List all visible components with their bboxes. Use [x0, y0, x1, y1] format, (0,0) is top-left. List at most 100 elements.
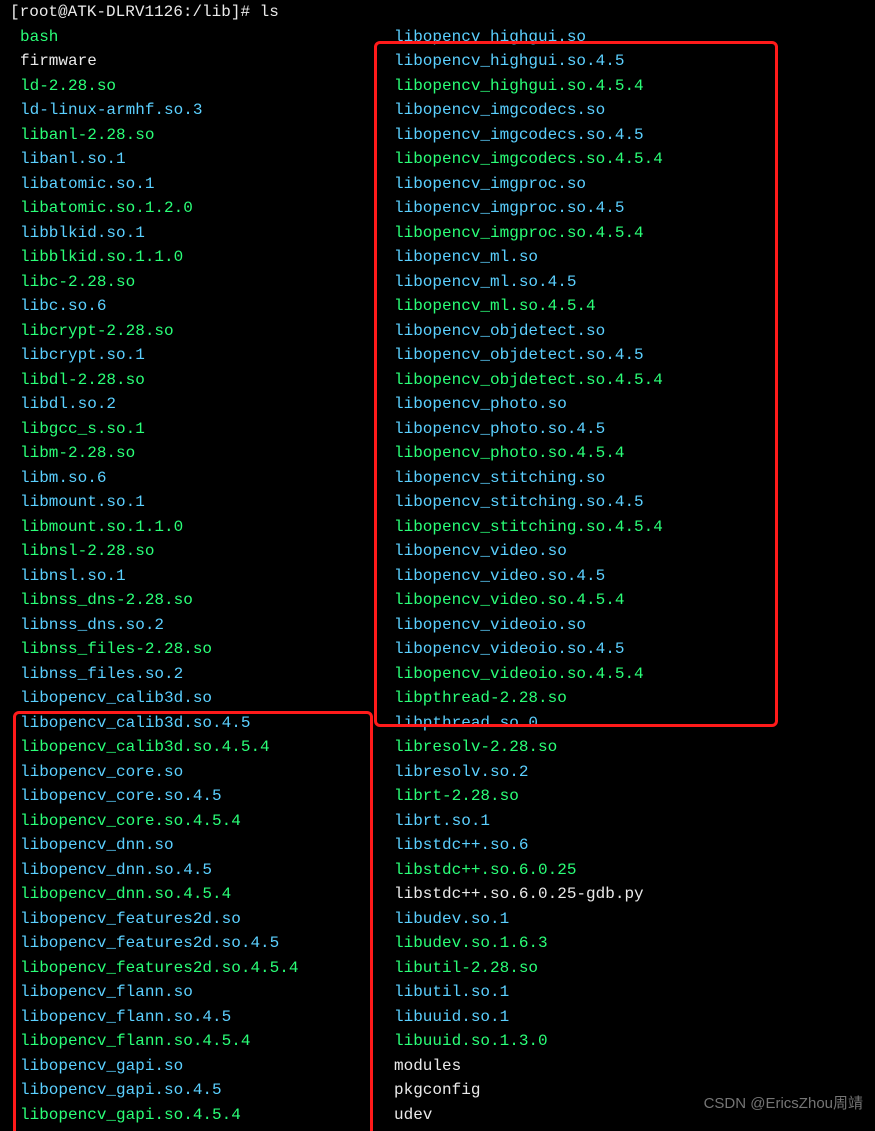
ls-entry: udev — [394, 1103, 663, 1128]
ls-entry: libopencv_gapi.so.4.5.4 — [20, 1103, 298, 1128]
ls-entry: libm-2.28.so — [20, 441, 298, 466]
ls-entry: libopencv_stitching.so — [394, 466, 663, 491]
ls-entry: libopencv_imgproc.so.4.5.4 — [394, 221, 663, 246]
ls-column-2: libopencv_highgui.solibopencv_highgui.so… — [394, 25, 663, 1128]
ls-entry: libopencv_objdetect.so.4.5.4 — [394, 368, 663, 393]
ls-entry: libmount.so.1 — [20, 490, 298, 515]
ls-entry: libopencv_ml.so — [394, 245, 663, 270]
ls-entry: libanl.so.1 — [20, 147, 298, 172]
ls-entry: libopencv_flann.so.4.5 — [20, 1005, 298, 1030]
ls-entry: libgcc_s.so.1 — [20, 417, 298, 442]
ls-entry: libopencv_features2d.so.4.5.4 — [20, 956, 298, 981]
ls-entry: libopencv_photo.so.4.5 — [394, 417, 663, 442]
ls-entry: libopencv_calib3d.so — [20, 686, 298, 711]
ls-entry: libopencv_core.so.4.5 — [20, 784, 298, 809]
ls-entry: libresolv.so.2 — [394, 760, 663, 785]
ls-entry: librt.so.1 — [394, 809, 663, 834]
ls-entry: libutil.so.1 — [394, 980, 663, 1005]
ls-entry: libresolv-2.28.so — [394, 735, 663, 760]
ls-entry: libopencv_imgcodecs.so.4.5 — [394, 123, 663, 148]
ls-entry: libopencv_highgui.so — [394, 25, 663, 50]
command-text: ls — [260, 3, 279, 21]
ls-entry: bash — [20, 25, 298, 50]
prompt-line-end[interactable]: [root@ATK-DLRV1126:/lib]# — [10, 1128, 250, 1131]
ls-column-1: bashfirmwareld-2.28.sold-linux-armhf.so.… — [20, 25, 298, 1128]
ls-entry: libopencv_dnn.so — [20, 833, 298, 858]
ls-entry: libopencv_video.so — [394, 539, 663, 564]
ls-entry: firmware — [20, 49, 298, 74]
watermark: CSDN @EricsZhou周靖 — [704, 1092, 863, 1117]
ls-entry: libpthread.so.0 — [394, 711, 663, 736]
ls-entry: libstdc++.so.6 — [394, 833, 663, 858]
ls-entry: libopencv_features2d.so.4.5 — [20, 931, 298, 956]
ls-entry: libopencv_objdetect.so.4.5 — [394, 343, 663, 368]
ls-entry: libmount.so.1.1.0 — [20, 515, 298, 540]
ls-entry: libatomic.so.1 — [20, 172, 298, 197]
ls-entry: libblkid.so.1 — [20, 221, 298, 246]
ls-entry: libnss_files-2.28.so — [20, 637, 298, 662]
ls-entry: libopencv_videoio.so — [394, 613, 663, 638]
ls-entry: libudev.so.1.6.3 — [394, 931, 663, 956]
ls-entry: libopencv_core.so.4.5.4 — [20, 809, 298, 834]
ls-entry: libopencv_stitching.so.4.5.4 — [394, 515, 663, 540]
ls-entry: libopencv_video.so.4.5 — [394, 564, 663, 589]
ls-output: bashfirmwareld-2.28.sold-linux-armhf.so.… — [10, 25, 867, 1125]
ls-entry: libopencv_photo.so — [394, 392, 663, 417]
ls-entry: libnsl-2.28.so — [20, 539, 298, 564]
ls-entry: libdl.so.2 — [20, 392, 298, 417]
ls-entry: libuuid.so.1 — [394, 1005, 663, 1030]
ls-entry: libopencv_calib3d.so.4.5.4 — [20, 735, 298, 760]
ls-entry: libopencv_flann.so — [20, 980, 298, 1005]
ls-entry: libopencv_video.so.4.5.4 — [394, 588, 663, 613]
ls-entry: libnsl.so.1 — [20, 564, 298, 589]
ls-entry: libstdc++.so.6.0.25 — [394, 858, 663, 883]
ls-entry: libutil-2.28.so — [394, 956, 663, 981]
ls-entry: libopencv_dnn.so.4.5.4 — [20, 882, 298, 907]
ls-entry: libopencv_ml.so.4.5.4 — [394, 294, 663, 319]
prompt-path: /lib — [192, 3, 230, 21]
ls-entry: libudev.so.1 — [394, 907, 663, 932]
ls-entry: ld-2.28.so — [20, 74, 298, 99]
ls-entry: ld-linux-armhf.so.3 — [20, 98, 298, 123]
ls-entry: libdl-2.28.so — [20, 368, 298, 393]
ls-entry: libopencv_ml.so.4.5 — [394, 270, 663, 295]
ls-entry: libblkid.so.1.1.0 — [20, 245, 298, 270]
ls-entry: libopencv_flann.so.4.5.4 — [20, 1029, 298, 1054]
ls-entry: modules — [394, 1054, 663, 1079]
ls-entry: libopencv_photo.so.4.5.4 — [394, 441, 663, 466]
ls-entry: libnss_dns-2.28.so — [20, 588, 298, 613]
ls-entry: libopencv_imgcodecs.so.4.5.4 — [394, 147, 663, 172]
ls-entry: pkgconfig — [394, 1078, 663, 1103]
ls-entry: libopencv_core.so — [20, 760, 298, 785]
ls-entry: libopencv_objdetect.so — [394, 319, 663, 344]
ls-entry: libc-2.28.so — [20, 270, 298, 295]
ls-entry: libopencv_imgproc.so.4.5 — [394, 196, 663, 221]
ls-entry: libopencv_imgproc.so — [394, 172, 663, 197]
ls-entry: libc.so.6 — [20, 294, 298, 319]
ls-entry: libopencv_gapi.so — [20, 1054, 298, 1079]
ls-entry: libopencv_highgui.so.4.5.4 — [394, 74, 663, 99]
ls-entry: libm.so.6 — [20, 466, 298, 491]
ls-entry: libopencv_imgcodecs.so — [394, 98, 663, 123]
ls-entry: librt-2.28.so — [394, 784, 663, 809]
terminal[interactable]: [root@ATK-DLRV1126:/lib]# ls bashfirmwar… — [0, 0, 875, 1125]
ls-entry: libatomic.so.1.2.0 — [20, 196, 298, 221]
ls-entry: libopencv_stitching.so.4.5 — [394, 490, 663, 515]
prompt-host: ATK-DLRV1126 — [68, 3, 183, 21]
ls-entry: libopencv_videoio.so.4.5 — [394, 637, 663, 662]
ls-entry: libopencv_highgui.so.4.5 — [394, 49, 663, 74]
ls-entry: libnss_files.so.2 — [20, 662, 298, 687]
ls-entry: libopencv_calib3d.so.4.5 — [20, 711, 298, 736]
ls-entry: libanl-2.28.so — [20, 123, 298, 148]
ls-entry: libopencv_videoio.so.4.5.4 — [394, 662, 663, 687]
prompt-user: root — [20, 3, 58, 21]
prompt-line: [root@ATK-DLRV1126:/lib]# ls — [10, 0, 867, 25]
ls-entry: libcrypt-2.28.so — [20, 319, 298, 344]
ls-entry: libstdc++.so.6.0.25-gdb.py — [394, 882, 663, 907]
ls-entry: libopencv_dnn.so.4.5 — [20, 858, 298, 883]
ls-entry: libnss_dns.so.2 — [20, 613, 298, 638]
ls-entry: libopencv_gapi.so.4.5 — [20, 1078, 298, 1103]
ls-entry: libpthread-2.28.so — [394, 686, 663, 711]
ls-entry: libopencv_features2d.so — [20, 907, 298, 932]
ls-entry: libcrypt.so.1 — [20, 343, 298, 368]
